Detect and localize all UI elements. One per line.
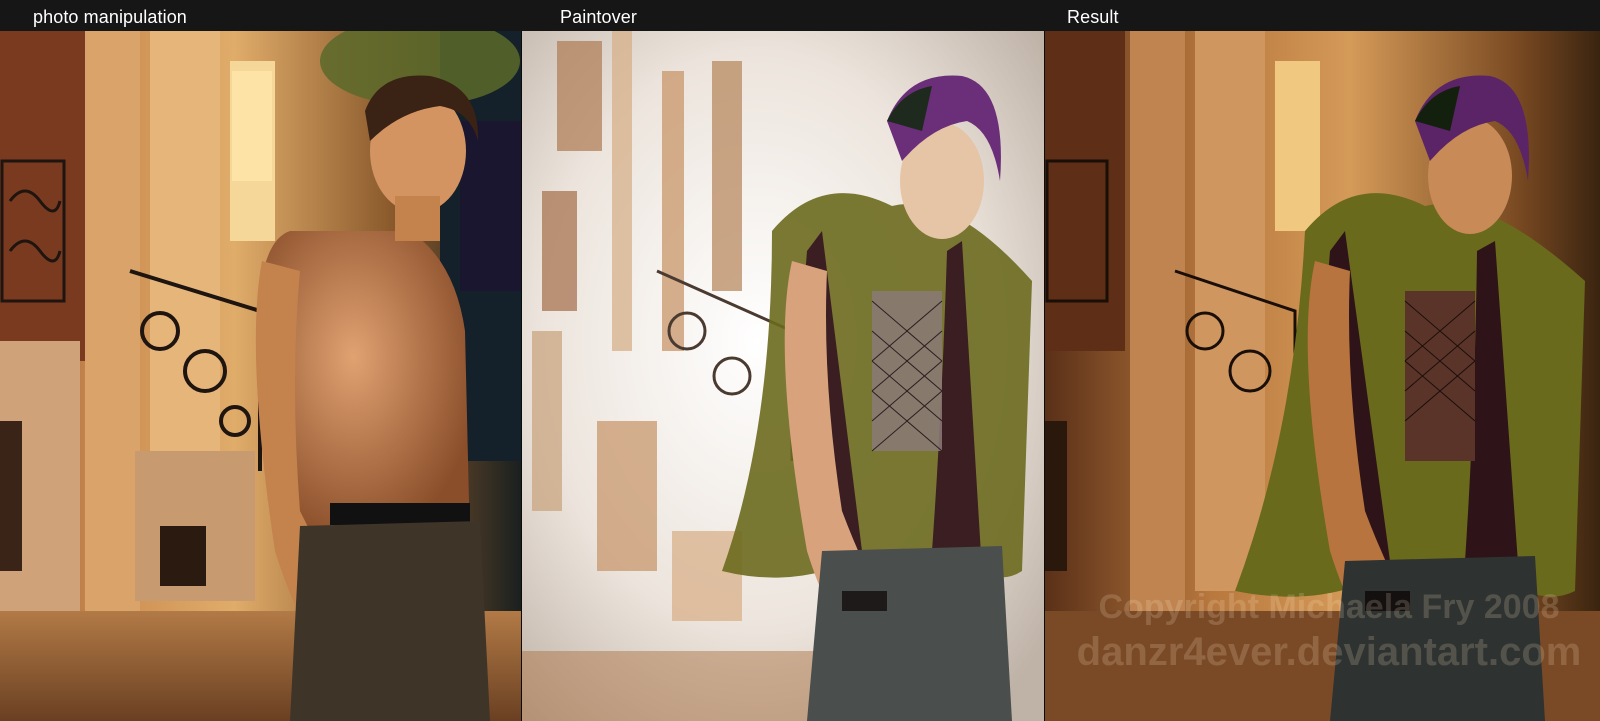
watermark-copyright: Copyright Michaela Fry 2008 [1098,588,1560,626]
caption-bar: photo manipulation Paintover Result [0,0,1600,31]
watermark: Copyright Michaela Fry 2008 danzr4ever.d… [1059,586,1599,676]
paintover-panel [522,31,1044,721]
caption-photo-manipulation: photo manipulation [33,7,187,27]
paintover-image [522,31,1044,721]
caption-result: Result [1067,7,1119,27]
caption-paintover: Paintover [560,7,637,27]
result-panel: Copyright Michaela Fry 2008 danzr4ever.d… [1045,31,1600,721]
watermark-url: danzr4ever.deviantart.com [1076,630,1582,674]
photo-panel [0,31,521,721]
photo-image [0,31,521,721]
